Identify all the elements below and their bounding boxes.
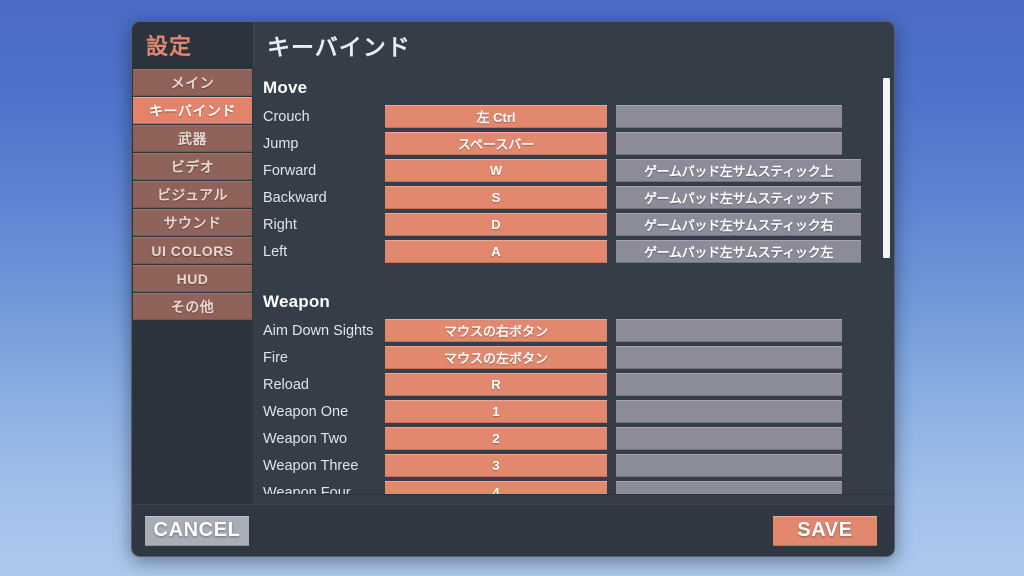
gamepad-bind-slot: ゲームパッド左サムスティック右	[616, 213, 894, 236]
keybind-row: Left A ゲームパッド左サムスティック左	[253, 239, 894, 264]
keybind-row: Crouch 左 Ctrl	[253, 104, 894, 129]
keyboard-bind-button[interactable]: マウスの右ボタン	[385, 319, 607, 342]
keyboard-bind-button[interactable]: 3	[385, 454, 607, 477]
gamepad-bind-button[interactable]: ゲームパッド左サムスティック左	[616, 240, 861, 263]
gamepad-bind-button[interactable]: ゲームパッド左サムスティック下	[616, 186, 861, 209]
keybind-row: Jump スペースバー	[253, 131, 894, 156]
scrollbar-thumb[interactable]	[883, 78, 890, 258]
gamepad-bind-slot	[616, 454, 894, 477]
gamepad-bind-slot: ゲームパッド左サムスティック上	[616, 159, 894, 182]
sidebar-item-2[interactable]: 武器	[133, 125, 252, 152]
section-title: Weapon	[263, 292, 331, 311]
sidebar-item-label: その他	[170, 298, 215, 315]
window-titlebar: 設定 キーバインド	[132, 22, 894, 67]
keyboard-bind-button[interactable]: R	[385, 373, 607, 396]
sidebar-item-label: ビジュアル	[156, 186, 229, 203]
gamepad-bind-slot: ゲームパッド左サムスティック左	[616, 240, 894, 263]
keybind-row: Backward S ゲームパッド左サムスティック下	[253, 185, 894, 210]
keybind-action-label: Weapon Two	[263, 430, 348, 447]
gamepad-bind-button[interactable]	[616, 454, 842, 477]
keyboard-bind-button[interactable]: 左 Ctrl	[385, 105, 607, 128]
sidebar-item-label: UI COLORS	[151, 242, 234, 259]
gamepad-bind-slot	[616, 132, 894, 155]
gamepad-bind-slot	[616, 346, 894, 369]
sidebar-item-0[interactable]: メイン	[133, 69, 252, 96]
keybind-row: Weapon Two 2	[253, 426, 894, 451]
gamepad-bind-slot	[616, 373, 894, 396]
scrollbar-track[interactable]	[883, 78, 890, 495]
keybind-action-label: Weapon Three	[263, 457, 359, 474]
keybind-action-label: Backward	[263, 189, 327, 206]
sidebar-item-6[interactable]: UI COLORS	[133, 237, 252, 264]
gamepad-bind-button[interactable]	[616, 400, 842, 423]
gamepad-bind-slot: ゲームパッド左サムスティック下	[616, 186, 894, 209]
sidebar-item-label: サウンド	[163, 214, 222, 231]
keybind-action-label: Aim Down Sights	[263, 322, 374, 339]
gamepad-bind-button[interactable]	[616, 105, 842, 128]
sidebar-item-label: キーバインド	[149, 102, 236, 119]
save-button[interactable]: SAVE	[773, 515, 877, 546]
settings-window: 設定 キーバインド メイン キーバインド 武器 ビデオ ビジュアル サウンド UI COLO…	[131, 21, 895, 557]
keybind-row: Forward W ゲームパッド左サムスティック上	[253, 158, 894, 183]
sidebar-item-label: 武器	[178, 130, 207, 147]
section-title: Move	[263, 78, 308, 97]
gamepad-bind-button[interactable]	[616, 427, 842, 450]
sidebar-item-3[interactable]: ビデオ	[133, 153, 252, 180]
sidebar-item-label: HUD	[176, 270, 209, 287]
gamepad-bind-button[interactable]	[616, 132, 842, 155]
sidebar-item-8[interactable]: その他	[133, 293, 252, 320]
window-body: メインキーバインド 武器ビデオビジュアルサウンド UI COLORS HUD その他 M…	[132, 67, 894, 504]
sidebar-item-7[interactable]: HUD	[133, 265, 252, 292]
gamepad-bind-slot	[616, 400, 894, 423]
keybind-row: Right D ゲームパッド左サムスティック右	[253, 212, 894, 237]
keybind-row: Weapon One 1	[253, 399, 894, 424]
sidebar-nav: メインキーバインド 武器ビデオビジュアルサウンド UI COLORS HUD その他	[132, 67, 253, 504]
gamepad-bind-slot	[616, 105, 894, 128]
content-panel: Move Crouch 左 Ctrl Jump スペースバー Forward W ゲームパッド…	[253, 67, 894, 504]
keybind-action-label: Reload	[263, 376, 309, 393]
keybind-row: Aim Down Sights マウスの右ボタン	[253, 318, 894, 343]
keyboard-bind-button[interactable]: 1	[385, 400, 607, 423]
keybind-action-label: Left	[263, 243, 288, 260]
keybind-row: Weapon Three 3	[253, 453, 894, 478]
gamepad-bind-slot	[616, 427, 894, 450]
window-footer: CANCEL SAVE	[132, 504, 894, 556]
sidebar-item-5[interactable]: サウンド	[133, 209, 252, 236]
desktop-background: 設定 キーバインド メイン キーバインド 武器 ビデオ ビジュアル サウンド UI COLO…	[0, 0, 1024, 576]
keybind-row: Reload R	[253, 372, 894, 397]
gamepad-bind-button[interactable]: ゲームパッド左サムスティック上	[616, 159, 861, 182]
keybind-list: Move Crouch 左 Ctrl Jump スペースバー Forward W ゲームパッド…	[253, 67, 894, 504]
sections-container: Move Crouch 左 Ctrl Jump スペースバー Forward W ゲームパッド…	[253, 78, 894, 504]
keyboard-bind-button[interactable]: A	[385, 240, 607, 263]
keybind-action-label: Crouch	[263, 108, 310, 125]
list-bottom-clip	[253, 494, 894, 504]
keybind-action-label: Forward	[263, 162, 317, 179]
keyboard-bind-button[interactable]: D	[385, 213, 607, 236]
keyboard-bind-button[interactable]: マウスの左ボタン	[385, 346, 607, 369]
keyboard-bind-button[interactable]: W	[385, 159, 607, 182]
keybind-action-label: Fire	[263, 349, 288, 366]
app-title: 設定	[132, 22, 253, 67]
gamepad-bind-button[interactable]	[616, 346, 842, 369]
sidebar-item-1[interactable]: キーバインド	[133, 97, 252, 124]
sidebar-item-4[interactable]: ビジュアル	[133, 181, 252, 208]
keyboard-bind-button[interactable]: S	[385, 186, 607, 209]
gamepad-bind-button[interactable]	[616, 319, 842, 342]
sidebar-item-label: ビデオ	[170, 158, 215, 175]
gamepad-bind-button[interactable]: ゲームパッド左サムスティック右	[616, 213, 861, 236]
keybind-row: Fire マウスの左ボタン	[253, 345, 894, 370]
keybind-action-label: Weapon One	[263, 403, 349, 420]
sidebar-item-label: メイン	[170, 74, 215, 91]
keyboard-bind-button[interactable]: 2	[385, 427, 607, 450]
gamepad-bind-button[interactable]	[616, 373, 842, 396]
keyboard-bind-button[interactable]: スペースバー	[385, 132, 607, 155]
page-title: キーバインド	[253, 22, 894, 67]
cancel-button[interactable]: CANCEL	[145, 515, 249, 546]
keybind-action-label: Right	[263, 216, 297, 233]
keybind-action-label: Jump	[263, 135, 299, 152]
gamepad-bind-slot	[616, 319, 894, 342]
